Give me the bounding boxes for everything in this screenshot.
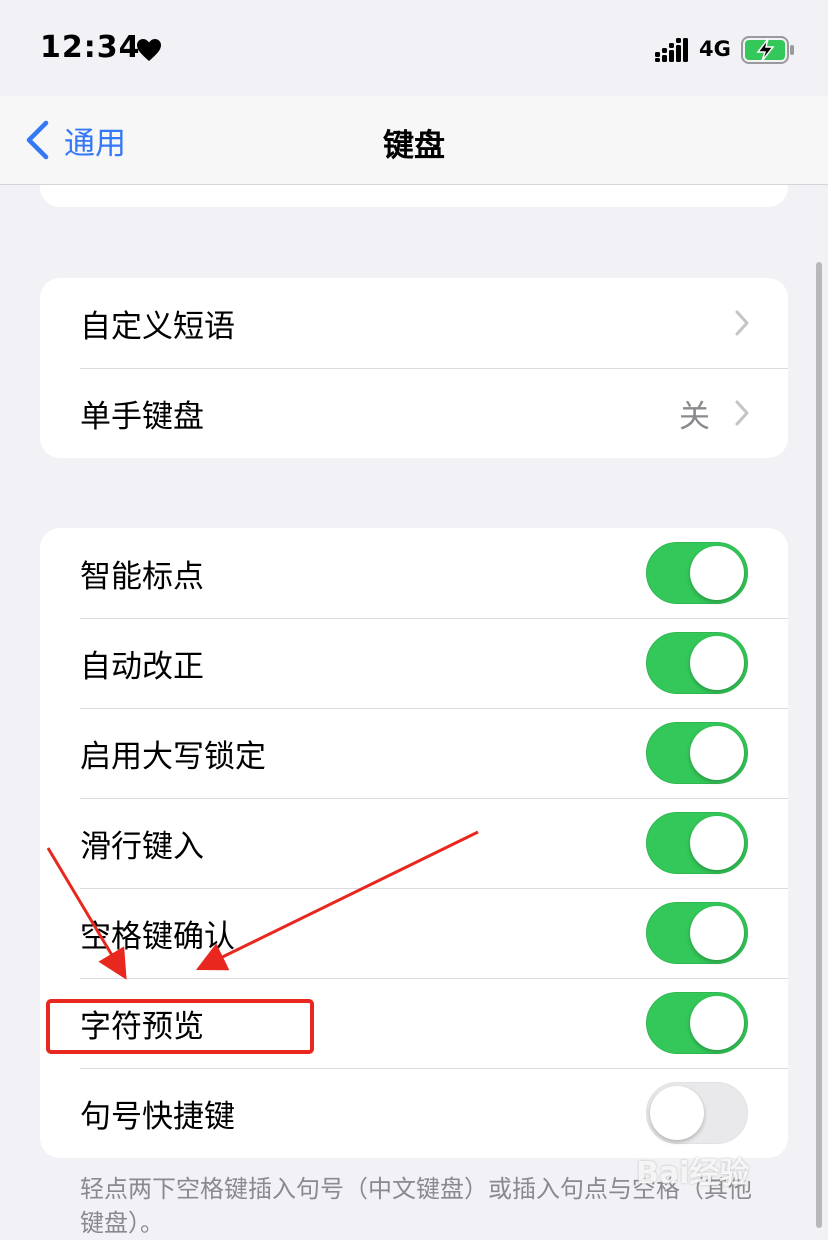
previous-group-remnant	[40, 185, 788, 207]
character-preview-toggle[interactable]	[646, 992, 748, 1054]
slide-to-type-toggle[interactable]	[646, 812, 748, 874]
row-label: 自定义短语	[80, 308, 235, 345]
navigation-bar: 通用 键盘	[0, 96, 828, 185]
signal-icon	[655, 38, 688, 62]
caps-lock-toggle[interactable]	[646, 722, 748, 784]
toggle-knob	[690, 636, 744, 690]
row-label: 自动改正	[80, 648, 204, 685]
row-label: 句号快捷键	[80, 1098, 235, 1135]
status-bar: 12:34 4G	[0, 0, 828, 96]
row-label: 智能标点	[80, 558, 204, 595]
row-caps-lock: 启用大写锁定	[40, 708, 788, 798]
row-slide-to-type: 滑行键入	[40, 798, 788, 888]
heart-icon	[137, 39, 161, 61]
toggle-knob	[690, 726, 744, 780]
auto-correction-toggle[interactable]	[646, 632, 748, 694]
scrollbar[interactable]	[816, 262, 822, 1228]
battery-charging-icon	[741, 36, 794, 64]
space-confirm-toggle[interactable]	[646, 902, 748, 964]
row-space-confirm: 空格键确认	[40, 888, 788, 978]
chevron-right-icon	[735, 400, 749, 426]
toggle-knob	[650, 1086, 704, 1140]
row-label: 滑行键入	[80, 828, 204, 865]
row-label: 启用大写锁定	[80, 738, 266, 775]
page-title: 键盘	[383, 128, 445, 164]
toggle-knob	[690, 816, 744, 870]
toggle-knob	[690, 546, 744, 600]
chevron-right-icon	[735, 310, 749, 336]
toggle-knob	[690, 906, 744, 960]
row-custom-phrases[interactable]: 自定义短语	[40, 278, 788, 368]
row-character-preview: 字符预览	[40, 978, 788, 1068]
settings-group-phrases: 自定义短语 单手键盘 关	[40, 278, 788, 458]
period-shortcut-toggle[interactable]	[646, 1082, 748, 1144]
row-period-shortcut: 句号快捷键	[40, 1068, 788, 1158]
row-label: 单手键盘	[80, 398, 204, 435]
row-auto-correction: 自动改正	[40, 618, 788, 708]
status-time: 12:34	[40, 30, 141, 65]
smart-punctuation-toggle[interactable]	[646, 542, 748, 604]
watermark: Bai经验	[636, 1156, 750, 1191]
row-label: 空格键确认	[80, 918, 235, 955]
settings-group-toggles: 智能标点 自动改正 启用大写锁定 滑行键入 空格键确认 字符预览 句号快捷键	[40, 528, 788, 1158]
row-smart-punctuation: 智能标点	[40, 528, 788, 618]
row-label: 字符预览	[80, 1008, 204, 1045]
toggle-knob	[690, 996, 744, 1050]
network-type: 4G	[699, 37, 731, 61]
row-value: 关	[679, 398, 710, 435]
row-one-handed-keyboard[interactable]: 单手键盘 关	[40, 368, 788, 458]
